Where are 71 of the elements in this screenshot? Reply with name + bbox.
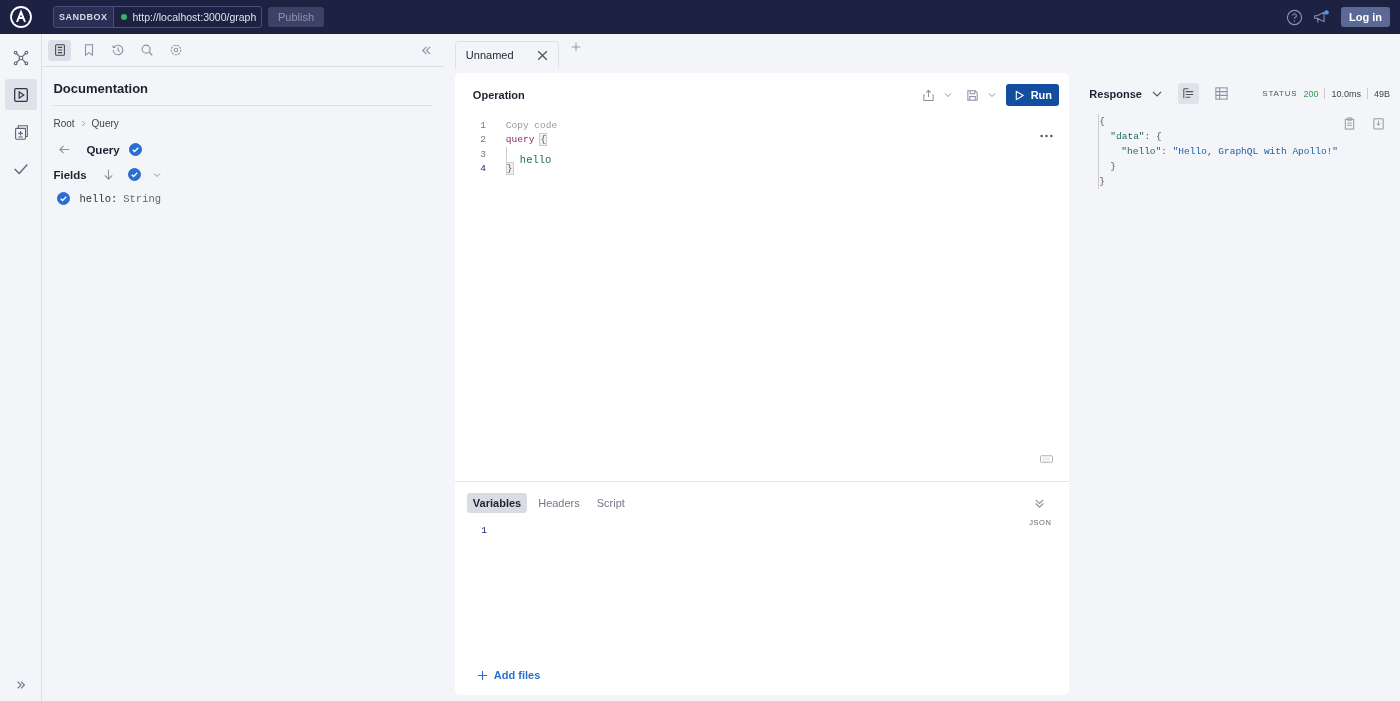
caret-icon[interactable] bbox=[1151, 90, 1162, 97]
logo-icon[interactable] bbox=[9, 5, 33, 29]
more-options-icon[interactable] bbox=[1040, 134, 1054, 138]
json-key: "data" bbox=[1110, 131, 1145, 142]
play-icon bbox=[1013, 89, 1025, 101]
graph-icon bbox=[11, 48, 30, 67]
back-arrow-icon[interactable] bbox=[58, 143, 72, 156]
endpoint-url: http://localhost:3000/graph bbox=[132, 11, 257, 23]
response-size: 49B bbox=[1374, 88, 1390, 99]
breadcrumb-link[interactable]: Root bbox=[53, 118, 75, 129]
clipboard-icon[interactable] bbox=[1343, 117, 1356, 130]
keyboard-icon[interactable] bbox=[1040, 455, 1054, 463]
breadcrumb-link[interactable]: Query bbox=[91, 118, 119, 129]
json-key: "hello" bbox=[1121, 146, 1162, 157]
checkbox[interactable] bbox=[57, 192, 71, 205]
line-number: 1 bbox=[479, 119, 486, 131]
history-icon bbox=[110, 43, 125, 57]
help-icon[interactable] bbox=[1286, 8, 1303, 26]
panel-title: Documentation bbox=[53, 81, 432, 106]
document-icon bbox=[52, 43, 67, 57]
json-punctuation: : bbox=[1161, 146, 1168, 157]
json-punctuation: { bbox=[1099, 116, 1106, 127]
endpoint-field[interactable]: SANDBOX http://localhost:3000/graph bbox=[53, 6, 262, 28]
type-heading: Query bbox=[86, 143, 120, 156]
section-title: Operation bbox=[472, 89, 525, 101]
nav-button[interactable] bbox=[4, 79, 37, 110]
section-heading: Fields bbox=[53, 168, 87, 181]
field-type: String bbox=[123, 192, 162, 205]
login-button[interactable]: Log in bbox=[1341, 7, 1390, 27]
sandbox-label: SANDBOX bbox=[54, 7, 114, 27]
line-number: 1 bbox=[480, 525, 487, 536]
line-number: 4 bbox=[479, 163, 486, 175]
code-token: query bbox=[505, 134, 535, 146]
table-icon bbox=[1213, 86, 1229, 101]
response-time: 10.0ms bbox=[1331, 88, 1361, 99]
editor-tab[interactable]: Variables bbox=[466, 493, 528, 513]
chevron-icon bbox=[80, 120, 86, 127]
settings-icon bbox=[168, 43, 183, 57]
editor-tab[interactable]: Headers bbox=[532, 493, 586, 513]
run-button[interactable]: Run bbox=[1006, 84, 1060, 106]
status-label: STATUS bbox=[1262, 89, 1298, 98]
download-icon[interactable] bbox=[1372, 117, 1385, 130]
checkbox[interactable] bbox=[128, 143, 142, 156]
add-files-button[interactable]: Add files bbox=[466, 669, 541, 681]
code-token: } bbox=[505, 162, 514, 176]
code-token: { bbox=[539, 133, 548, 147]
share-icon[interactable] bbox=[922, 88, 936, 102]
line-number: 3 bbox=[479, 148, 486, 160]
json-punctuation: } bbox=[1110, 161, 1117, 172]
editor-tab[interactable]: Script bbox=[590, 493, 631, 513]
json-punctuation: } bbox=[1099, 176, 1106, 187]
status-code: 200 bbox=[1303, 88, 1319, 99]
close-icon[interactable] bbox=[535, 48, 549, 62]
json-value: "Hello, GraphQL with Apollo!" bbox=[1172, 146, 1338, 157]
checkbox[interactable] bbox=[127, 168, 141, 181]
operation-tab[interactable]: Unnamed bbox=[454, 41, 559, 68]
field-name: hello: bbox=[79, 192, 118, 205]
search-icon bbox=[139, 43, 154, 57]
code-token: Copy code bbox=[505, 119, 558, 131]
play-icon bbox=[11, 85, 30, 104]
save-icon[interactable] bbox=[966, 88, 980, 102]
section-title: Response bbox=[1089, 87, 1142, 100]
text-view-button[interactable] bbox=[1177, 83, 1199, 104]
code-token: hello bbox=[518, 153, 552, 166]
line-number: 2 bbox=[479, 134, 486, 146]
text-lines-icon bbox=[1180, 86, 1196, 101]
add-tab-icon[interactable] bbox=[570, 42, 581, 52]
megaphone-icon[interactable] bbox=[1313, 8, 1330, 26]
plus-icon bbox=[476, 669, 488, 681]
json-punctuation: : { bbox=[1144, 131, 1162, 142]
panel-tab[interactable] bbox=[48, 39, 72, 61]
